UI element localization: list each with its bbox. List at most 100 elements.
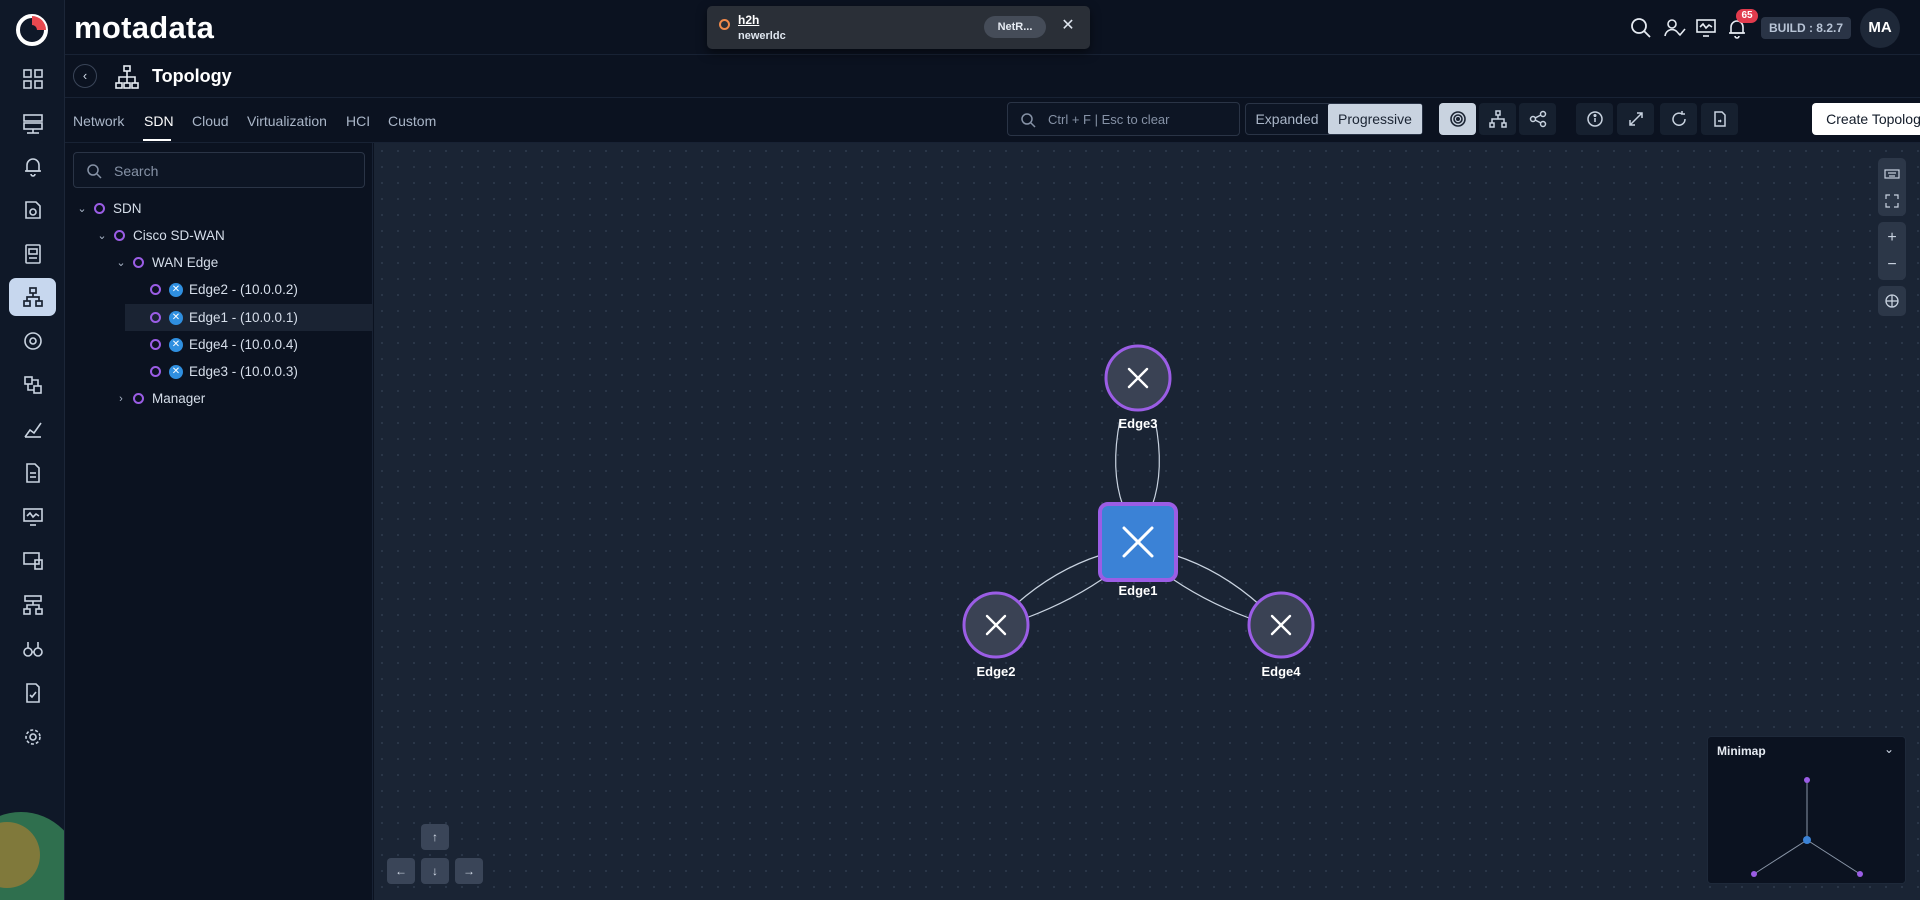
- user-avatar[interactable]: MA: [1860, 8, 1900, 48]
- tree-item-manager[interactable]: › Manager: [113, 385, 364, 412]
- tree-item-wan-edge[interactable]: ⌄ WAN Edge: [113, 249, 364, 276]
- refresh-layout-button[interactable]: [1660, 103, 1697, 135]
- notification-toast[interactable]: h2h newerldc NetR... ✕: [707, 6, 1090, 49]
- progressive-view-option[interactable]: Progressive: [1328, 104, 1422, 134]
- search-placeholder: Ctrl + F | Esc to clear: [1048, 112, 1170, 127]
- settings-gear-icon[interactable]: [9, 718, 56, 756]
- node-edge2[interactable]: [962, 591, 1030, 659]
- node-label-edge3: Edge3: [1118, 416, 1158, 431]
- topology-canvas[interactable]: Edge3 Edge1 Edge2 Edge4 + − ↑ ← ↓ → Mini…: [374, 143, 1920, 900]
- screen-monitor-icon[interactable]: [1693, 15, 1719, 41]
- tab-cloud[interactable]: Cloud: [192, 113, 229, 129]
- notification-tag: NetR...: [984, 16, 1046, 38]
- minimap-graph: [1751, 777, 1863, 877]
- hierarchy-layout-button[interactable]: [1479, 103, 1516, 135]
- topology-search-input[interactable]: Ctrl + F | Esc to clear: [1007, 102, 1240, 136]
- keyboard-icon: [1884, 169, 1900, 179]
- help-circle-icon: [1586, 111, 1603, 127]
- page-title: Topology: [152, 66, 232, 86]
- node-edge1[interactable]: [1098, 502, 1178, 582]
- link-edge1-edge3: [1115, 419, 1124, 507]
- tab-network[interactable]: Network: [73, 113, 124, 129]
- chevron-down-icon[interactable]: ⌄: [94, 229, 110, 242]
- chevron-right-icon[interactable]: ›: [113, 393, 129, 405]
- log-document-icon[interactable]: [9, 454, 56, 492]
- user-check-icon[interactable]: [1662, 15, 1688, 41]
- expanded-view-option[interactable]: Expanded: [1246, 104, 1328, 134]
- metrics-chart-icon[interactable]: [9, 410, 56, 448]
- tab-virtualization[interactable]: Virtualization: [247, 113, 327, 129]
- node-label-edge1: Edge1: [1118, 583, 1158, 598]
- radial-layout-button[interactable]: [1439, 103, 1476, 135]
- pan-right-button[interactable]: →: [455, 858, 483, 884]
- reports-icon[interactable]: [9, 235, 56, 273]
- compliance-icon[interactable]: [9, 674, 56, 712]
- tree-item-label: Manager: [152, 391, 206, 406]
- center-view-button[interactable]: [1878, 287, 1906, 315]
- zoom-out-button[interactable]: −: [1878, 251, 1906, 279]
- monitor-server-icon[interactable]: [9, 104, 56, 142]
- notification-title[interactable]: h2h: [738, 13, 759, 27]
- tree-item-sdn[interactable]: ⌄ SDN: [74, 195, 364, 222]
- status-dot-icon: [150, 284, 161, 295]
- back-button[interactable]: ‹: [73, 64, 97, 88]
- page-header: ‹ Topology: [65, 55, 1920, 98]
- pan-up-button[interactable]: ↑: [421, 824, 449, 850]
- apm-monitor-icon[interactable]: [9, 498, 56, 536]
- zoom-controls: + −: [1878, 222, 1906, 280]
- global-search-icon[interactable]: [1628, 15, 1654, 41]
- inventory-icon[interactable]: [9, 191, 56, 229]
- alerts-bell-icon[interactable]: [9, 147, 56, 185]
- zoom-in-button[interactable]: +: [1878, 224, 1906, 252]
- chevron-down-icon[interactable]: ⌄: [74, 202, 90, 215]
- tree-item-edge3[interactable]: ✕ Edge3 - (10.0.0.3): [146, 358, 373, 385]
- file-export-icon: [1713, 111, 1726, 127]
- minimap-panel[interactable]: Minimap ⌄: [1707, 736, 1906, 884]
- topology-title-icon: [115, 65, 139, 89]
- left-nav-rail: [0, 0, 65, 900]
- router-icon: ✕: [169, 310, 183, 325]
- canvas-tools-group: [1878, 158, 1906, 216]
- tree-item-edge4[interactable]: ✕ Edge4 - (10.0.0.4): [146, 331, 373, 358]
- active-tab-indicator: [143, 139, 171, 141]
- config-icon[interactable]: [9, 366, 56, 404]
- crosshair-icon: [1885, 294, 1899, 308]
- fullscreen-button[interactable]: [1617, 103, 1654, 135]
- pan-down-button[interactable]: ↓: [421, 858, 449, 884]
- tree-item-edge2[interactable]: ✕ Edge2 - (10.0.0.2): [146, 276, 373, 303]
- network-tree-icon[interactable]: [9, 586, 56, 624]
- tree-item-edge1[interactable]: ✕ Edge1 - (10.0.0.1): [125, 304, 373, 331]
- tree-item-label: WAN Edge: [152, 255, 219, 270]
- link-edge1-edge3: [1151, 419, 1160, 507]
- topology-icon[interactable]: [9, 278, 56, 316]
- tab-hci[interactable]: HCI: [346, 113, 370, 129]
- flow-icon[interactable]: [9, 322, 56, 360]
- binoculars-icon[interactable]: [9, 630, 56, 668]
- tree-panel: Search ⌄ SDN ⌄ Cisco SD-WAN ⌄ WAN Edge ✕…: [65, 143, 373, 900]
- tab-sdn[interactable]: SDN: [144, 113, 174, 129]
- notification-subtitle: newerldc: [738, 30, 786, 42]
- export-pdf-button[interactable]: [1701, 103, 1738, 135]
- tab-custom[interactable]: Custom: [388, 113, 436, 129]
- status-dot-icon: [150, 366, 161, 377]
- desktop-icon[interactable]: [9, 542, 56, 580]
- node-edge4[interactable]: [1247, 591, 1315, 659]
- create-topology-view-button[interactable]: Create Topology View: [1812, 103, 1920, 135]
- close-icon[interactable]: ✕: [1057, 15, 1079, 37]
- help-button[interactable]: [1576, 103, 1613, 135]
- node-edge3[interactable]: [1104, 344, 1172, 412]
- brand-logo-text: motadata: [74, 10, 215, 45]
- status-dot-icon: [133, 257, 144, 268]
- pan-left-button[interactable]: ←: [387, 858, 415, 884]
- tree-search-input[interactable]: Search: [73, 152, 365, 188]
- tree-item-cisco-sdwan[interactable]: ⌄ Cisco SD-WAN: [94, 222, 364, 249]
- dashboard-icon[interactable]: [9, 60, 56, 98]
- status-dot-icon: [150, 339, 161, 350]
- fit-screen-icon: [1885, 194, 1899, 208]
- share-layout-button[interactable]: [1519, 103, 1556, 135]
- tree-item-label: Edge3 - (10.0.0.3): [189, 364, 298, 379]
- status-ring-icon: [719, 19, 730, 30]
- chevron-down-icon[interactable]: ⌄: [113, 256, 129, 269]
- keyboard-shortcuts-button[interactable]: [1878, 160, 1906, 188]
- fit-view-button[interactable]: [1878, 187, 1906, 215]
